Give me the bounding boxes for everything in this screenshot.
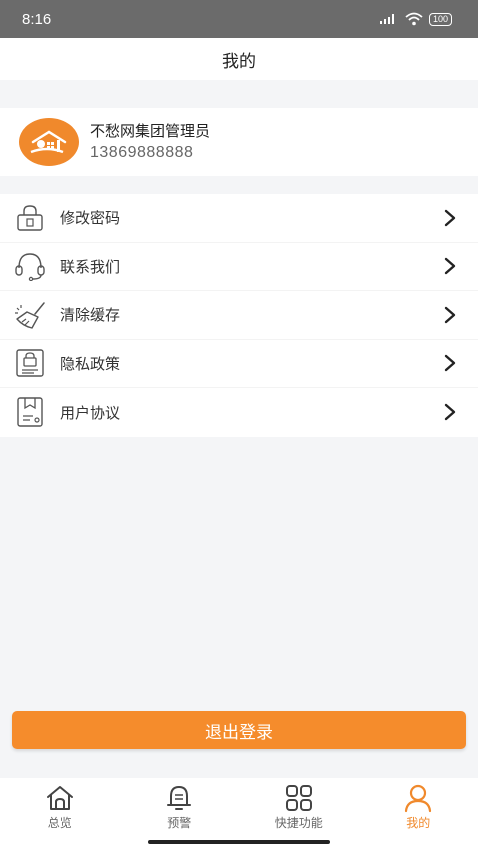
- menu-item-label: 修改密码: [60, 209, 121, 228]
- tab-label: 总览: [47, 816, 72, 830]
- menu-item-contact-us[interactable]: 联系我们: [0, 243, 478, 291]
- signal-icon: [379, 14, 394, 24]
- logout-button[interactable]: 退出登录: [12, 711, 466, 749]
- menu-item-label: 用户协议: [60, 403, 121, 422]
- tab-label: 快捷功能: [274, 816, 323, 830]
- chevron-right-icon: [444, 258, 456, 275]
- profile-card[interactable]: 不愁网集团管理员 13869888888: [0, 108, 478, 176]
- battery-icon: 100: [428, 12, 452, 26]
- chevron-right-icon: [444, 355, 456, 372]
- menu-item-change-password[interactable]: 修改密码: [0, 194, 478, 243]
- bell-icon: [164, 783, 194, 813]
- profile-name: 不愁网集团管理员: [90, 122, 211, 140]
- settings-menu: 修改密码 联系我们 清除缓存 隐私政策 用户协议: [0, 194, 478, 437]
- lock-icon: [12, 200, 48, 236]
- privacy-document-icon: [12, 345, 48, 381]
- tab-mine[interactable]: 我的: [359, 778, 478, 850]
- user-icon: [403, 783, 433, 813]
- home-indicator[interactable]: [148, 840, 330, 844]
- tab-label: 我的: [406, 816, 431, 830]
- header: 我的: [0, 38, 478, 80]
- profile-phone: 13869888888: [90, 144, 194, 161]
- agreement-document-icon: [12, 394, 48, 430]
- status-icons: 100: [379, 12, 452, 26]
- headset-icon: [12, 248, 48, 284]
- status-bar: 8:16 100: [0, 0, 478, 38]
- house-logo-icon: [30, 130, 67, 154]
- chevron-right-icon: [444, 306, 456, 323]
- menu-item-user-agreement[interactable]: 用户协议: [0, 388, 478, 437]
- menu-item-label: 联系我们: [60, 257, 121, 276]
- status-time: 8:16: [22, 10, 52, 28]
- tab-label: 预警: [167, 816, 192, 830]
- broom-icon: [12, 297, 48, 333]
- tab-overview[interactable]: 总览: [0, 778, 120, 850]
- menu-item-label: 清除缓存: [60, 306, 121, 325]
- chevron-right-icon: [444, 404, 456, 421]
- menu-item-clear-cache[interactable]: 清除缓存: [0, 291, 478, 340]
- grid-icon: [284, 783, 314, 813]
- wifi-icon: [405, 12, 423, 26]
- avatar: [19, 118, 79, 166]
- menu-item-label: 隐私政策: [60, 354, 121, 373]
- home-icon: [45, 783, 75, 813]
- page-title: 我的: [222, 51, 256, 72]
- chevron-right-icon: [444, 209, 456, 226]
- menu-item-privacy-policy[interactable]: 隐私政策: [0, 340, 478, 388]
